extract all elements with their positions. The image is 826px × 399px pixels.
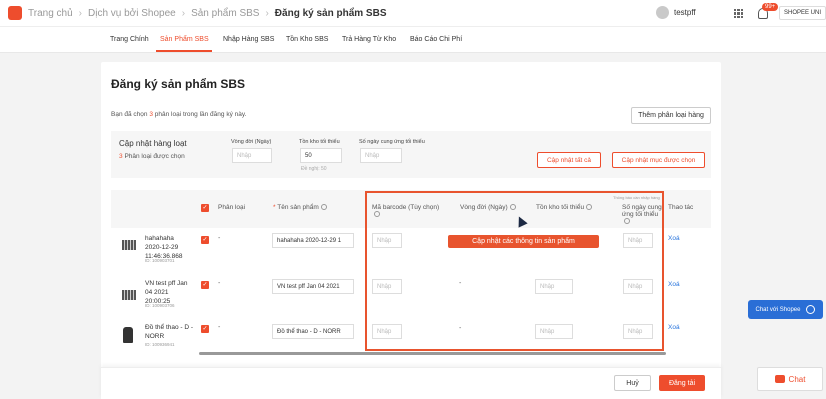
help-icon[interactable]	[320, 204, 327, 211]
variant-value: -	[218, 324, 221, 331]
tab-cost-report[interactable]: Báo Cáo Chi Phí	[410, 36, 462, 43]
breadcrumb-home[interactable]: Trang chủ	[28, 8, 73, 19]
breadcrumb-sbs-products[interactable]: Sản phẩm SBS	[191, 8, 259, 19]
annotation-tooltip: Cập nhật các thông tin sản phẩm	[448, 235, 599, 248]
chat-with-shopee-button[interactable]: Chat với Shopee	[748, 300, 823, 319]
tab-sbs-products[interactable]: Sản Phẩm SBS	[160, 36, 209, 43]
update-selected-button[interactable]: Cập nhật mục được chọn	[612, 152, 705, 168]
breadcrumb-current: Đăng ký sản phẩm SBS	[274, 7, 387, 19]
bulk-min-stock-input[interactable]: 50	[300, 148, 342, 163]
breadcrumb-separator: ›	[78, 7, 82, 19]
row-checkbox[interactable]: ✓	[201, 236, 209, 244]
product-thumbnail	[122, 290, 136, 300]
product-id: ID: 100903701	[145, 258, 175, 263]
breadcrumb-services[interactable]: Dịch vụ bởi Shopee	[88, 8, 176, 19]
breadcrumb-separator: ›	[265, 7, 269, 19]
top-bar: Trang chủ › Dịch vụ bởi Shopee › Sản phẩ…	[0, 0, 826, 27]
delete-link[interactable]: Xoá	[668, 324, 680, 331]
user-menu[interactable]: testpff	[656, 6, 696, 19]
row-checkbox[interactable]: ✓	[201, 281, 209, 289]
product-title-text: Đồ thể thao - D - NORR	[145, 324, 194, 340]
shop-switcher[interactable]: SHOPEE UNI	[779, 6, 826, 20]
product-thumbnail	[122, 240, 136, 250]
register-button[interactable]: Đăng tải	[659, 375, 705, 391]
variant-value: -	[218, 235, 221, 242]
chat-label: Chat	[788, 374, 806, 384]
product-name-input[interactable]: hahahaha 2020-12-29 1	[272, 233, 354, 248]
bulk-lifecycle-label: Vòng đời (Ngày)	[231, 139, 272, 145]
product-name-input[interactable]: Đồ thể thao - D - NORR	[272, 324, 354, 339]
bulk-update-title: Cập nhật hàng loạt	[119, 139, 187, 148]
info-prefix: Bạn đã chọn	[111, 111, 148, 118]
product-id: ID: 100903706	[145, 303, 175, 308]
product-title-text: VN test pff Jan 04 2021 20:00:25	[145, 280, 188, 305]
update-all-button[interactable]: Cập nhật tất cả	[537, 152, 601, 168]
col-product-name: * Tên sản phẩm	[273, 204, 327, 211]
selection-info: Bạn đã chọn 3 phân loại trong lần đăng k…	[111, 111, 246, 118]
bulk-count-number: 3	[119, 153, 123, 160]
product-id: ID: 100936941	[145, 342, 175, 347]
bulk-min-days-label: Số ngày cung ứng tối thiểu	[359, 139, 425, 145]
username: testpff	[674, 8, 696, 17]
chat-bubble-icon	[774, 375, 785, 383]
tab-warehouse-return[interactable]: Trả Hàng Từ Kho	[342, 36, 396, 43]
info-count: 3	[149, 111, 153, 118]
page-title: Đăng ký sản phẩm SBS	[111, 77, 246, 91]
required-mark: *	[273, 204, 276, 211]
sub-navigation: Trang Chính Sản Phẩm SBS Nhập Hàng SBS T…	[0, 27, 826, 53]
horizontal-scrollbar[interactable]	[199, 352, 666, 355]
shopee-logo-icon[interactable]	[8, 6, 22, 20]
tab-sbs-stock[interactable]: Tồn Kho SBS	[286, 36, 328, 43]
product-title-text: hahahaha 2020-12-29 11:46:36.868	[145, 235, 183, 260]
col-product-name-text: Tên sản phẩm	[277, 204, 319, 211]
bulk-min-stock-label: Tồn kho tối thiểu	[299, 139, 340, 145]
product-thumbnail	[123, 327, 133, 343]
breadcrumb-separator: ›	[181, 7, 186, 19]
col-variant: Phân loại	[218, 204, 246, 211]
delete-link[interactable]: Xoá	[668, 235, 680, 242]
active-tab-underline	[156, 50, 212, 52]
chat-button[interactable]: Chat	[757, 367, 823, 391]
bulk-selected-count: 3 Phân loại được chọn	[119, 153, 185, 160]
tab-home[interactable]: Trang Chính	[110, 36, 149, 43]
bulk-count-text: Phân loại được chọn	[124, 153, 185, 160]
select-all-checkbox[interactable]: ✓	[201, 204, 209, 212]
info-suffix: phân loại trong lần đăng ký này.	[154, 111, 247, 118]
avatar	[656, 6, 669, 19]
product-title: Đồ thể thao - D - NORR	[145, 324, 193, 342]
breadcrumb: Trang chủ › Dịch vụ bởi Shopee › Sản phẩ…	[28, 8, 387, 19]
notification-badge: 99+	[762, 3, 779, 11]
chat-with-shopee-label: Chat với Shopee	[755, 306, 801, 313]
bulk-min-days-input[interactable]: Nhập	[360, 148, 402, 163]
delete-link[interactable]: Xoá	[668, 281, 680, 288]
tab-sbs-inbound[interactable]: Nhập Hàng SBS	[223, 36, 274, 43]
apps-grid-icon[interactable]	[734, 9, 743, 18]
bulk-lifecycle-input[interactable]: Nhập	[232, 148, 272, 163]
highlight-frame	[365, 191, 664, 351]
add-variant-button[interactable]: Thêm phân loại hàng	[631, 107, 711, 124]
bulk-min-stock-hint: Đề nghị: 50	[301, 166, 327, 172]
product-name-input[interactable]: VN test pff Jan 04 2021	[272, 279, 354, 294]
col-actions: Thao tác	[668, 204, 694, 211]
variant-value: -	[218, 280, 221, 287]
headset-icon	[806, 305, 816, 314]
cancel-button[interactable]: Huỷ	[614, 375, 651, 391]
row-checkbox[interactable]: ✓	[201, 325, 209, 333]
